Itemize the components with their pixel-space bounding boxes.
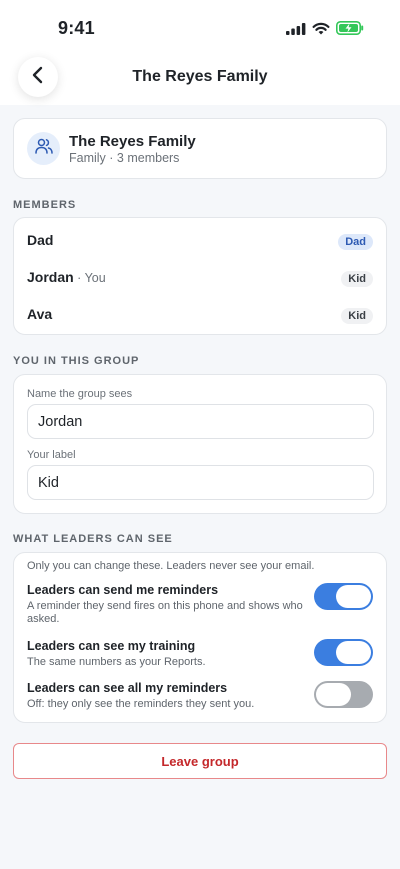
member-name: Dad [27, 232, 54, 248]
toggle-description: Off: they only see the reminders they se… [27, 698, 255, 710]
toggle-row-all-reminders: Leaders can see all my reminders Off: th… [14, 681, 386, 721]
group-subtitle: Family · 3 members [69, 151, 180, 165]
toggle-row-reminders: Leaders can send me reminders A reminder… [14, 583, 386, 625]
toggle-knob [316, 683, 351, 706]
see-all-reminders-toggle[interactable] [314, 681, 373, 708]
send-reminders-toggle[interactable] [314, 583, 373, 610]
display-name-label: Name the group sees [27, 388, 133, 400]
member-name: Ava [27, 306, 53, 322]
member-name: Jordan · You [27, 269, 106, 285]
member-row[interactable]: Jordan · You Kid [14, 259, 386, 295]
role-badge: Kid [341, 308, 373, 324]
nav-header: The Reyes Family [0, 50, 400, 105]
battery-charging-icon [336, 21, 364, 40]
group-name: The Reyes Family [69, 133, 196, 150]
role-badge: Dad [338, 234, 373, 250]
your-label-label: Your label [27, 449, 76, 461]
your-label-input[interactable] [27, 465, 374, 500]
section-label-leaders: WHAT LEADERS CAN SEE [13, 533, 173, 545]
toggle-title: Leaders can send me reminders [27, 583, 219, 597]
display-name-input[interactable] [27, 404, 374, 439]
member-row[interactable]: Ava Kid [14, 296, 386, 332]
member-row[interactable]: Dad Dad [14, 222, 386, 258]
status-icons [286, 21, 364, 40]
see-training-toggle[interactable] [314, 639, 373, 666]
section-label-members: MEMBERS [13, 199, 77, 211]
users-icon [34, 138, 53, 159]
wifi-icon [312, 22, 330, 40]
leave-group-button[interactable]: Leave group [13, 743, 387, 779]
cellular-signal-icon [286, 22, 306, 40]
group-avatar [27, 132, 60, 165]
you-indicator: · You [73, 271, 106, 285]
page-title: The Reyes Family [132, 68, 268, 85]
you-in-group-card: Name the group sees Your label [13, 374, 387, 514]
toggle-title: Leaders can see all my reminders [27, 681, 228, 695]
section-label-you: YOU IN THIS GROUP [13, 355, 140, 367]
status-time: 9:41 [58, 18, 95, 38]
toggle-description: The same numbers as your Reports. [27, 656, 206, 668]
privacy-note: Only you can change these. Leaders never… [27, 560, 315, 572]
leaders-permissions-card: Only you can change these. Leaders never… [13, 552, 387, 723]
toggle-title: Leaders can see my training [27, 639, 196, 653]
toggle-knob [336, 585, 371, 608]
members-card: Dad Dad Jordan · You Kid Ava Kid [13, 217, 387, 335]
toggle-row-training: Leaders can see my training The same num… [14, 639, 386, 679]
role-badge: Kid [341, 271, 373, 287]
group-summary-card: The Reyes Family Family · 3 members [13, 118, 387, 179]
toggle-description: A reminder they send fires on this phone… [27, 600, 303, 625]
toggle-knob [336, 641, 371, 664]
